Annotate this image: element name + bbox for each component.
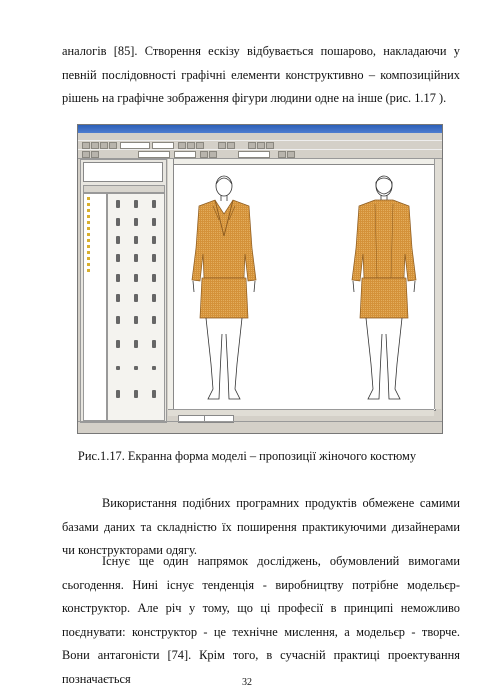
vertical-scrollbar (434, 159, 441, 409)
toolbar-button (100, 142, 108, 149)
thumbnail (152, 274, 156, 282)
tree-item (87, 208, 104, 213)
size-select (152, 142, 174, 149)
toolbar-button (82, 151, 90, 158)
gallery-panel (80, 159, 167, 423)
style-select (138, 151, 170, 158)
thumbnail (152, 218, 156, 226)
tree-item (87, 226, 104, 231)
figure-back (351, 175, 417, 400)
toolbar-button (257, 142, 265, 149)
intro-paragraph: аналогів [85]. Створення ескізу відбуває… (62, 44, 460, 105)
toolbar-button (91, 142, 99, 149)
thumbnail (134, 390, 138, 398)
page-number: 32 (242, 677, 252, 688)
thumbnail (116, 366, 120, 370)
tree-item (87, 238, 104, 243)
toolbar-button (248, 142, 256, 149)
thumbnail (116, 340, 120, 348)
tree-item (87, 256, 104, 261)
gallery-tree (83, 193, 107, 421)
thumbnail (152, 390, 156, 398)
thumbnail (152, 236, 156, 244)
toolbar-button (209, 151, 217, 158)
thumbnail (152, 316, 156, 324)
toolbar-button (91, 151, 99, 158)
gallery-tabs (83, 185, 165, 193)
thumbnail (134, 340, 138, 348)
font-select (120, 142, 150, 149)
thumbnail (116, 200, 120, 208)
window-titlebar (78, 125, 442, 133)
editor-screenshot (77, 124, 443, 434)
tree-item (87, 202, 104, 207)
tree-item (87, 214, 104, 219)
thumbnail (152, 200, 156, 208)
toolbar-button (227, 142, 235, 149)
status-bar (78, 427, 442, 433)
toolbar-button (200, 151, 208, 158)
thumbnail (152, 366, 156, 370)
width-select (174, 151, 196, 158)
thumbnail (134, 316, 138, 324)
figure-caption: Рис.1.17. Екранна форма моделі – пропози… (77, 449, 417, 463)
body-paragraph-3: Існує ще один напрямок досліджень, обумо… (62, 554, 460, 686)
horizontal-ruler (168, 159, 434, 165)
toolbar-button (218, 142, 226, 149)
menu-bar (78, 133, 442, 140)
toolbar-button (82, 142, 90, 149)
thumbnail (152, 254, 156, 262)
thumbnail (134, 274, 138, 282)
vertical-ruler (168, 159, 174, 409)
color-select (238, 151, 270, 158)
thumbnail (134, 200, 138, 208)
thumbnail (116, 390, 120, 398)
toolbar-button (187, 142, 195, 149)
tree-item (87, 250, 104, 255)
tree-item (87, 244, 104, 249)
thumbnail (134, 366, 138, 370)
toolbar-drawing (78, 149, 442, 159)
drawing-canvas (168, 159, 436, 411)
thumbnail (134, 218, 138, 226)
thumbnail (116, 236, 120, 244)
thumbnail (116, 294, 120, 302)
thumbnail (152, 340, 156, 348)
toolbar-button (266, 142, 274, 149)
thumbnail (116, 254, 120, 262)
gallery-thumbnails (107, 193, 165, 421)
toolbar-button (278, 151, 286, 158)
figure-front (191, 175, 257, 400)
toolbar-button (109, 142, 117, 149)
thumbnail (152, 294, 156, 302)
tree-item (87, 196, 104, 201)
tree-item (87, 232, 104, 237)
toolbar-button (287, 151, 295, 158)
tree-item (87, 268, 104, 273)
thumbnail (116, 218, 120, 226)
thumbnail (116, 274, 120, 282)
thumbnail (134, 254, 138, 262)
thumbnail (116, 316, 120, 324)
toolbar-button (196, 142, 204, 149)
gallery-preview (83, 162, 163, 182)
tree-item (87, 262, 104, 267)
thumbnail (134, 294, 138, 302)
tree-item (87, 220, 104, 225)
toolbar-button (178, 142, 186, 149)
thumbnail (134, 236, 138, 244)
